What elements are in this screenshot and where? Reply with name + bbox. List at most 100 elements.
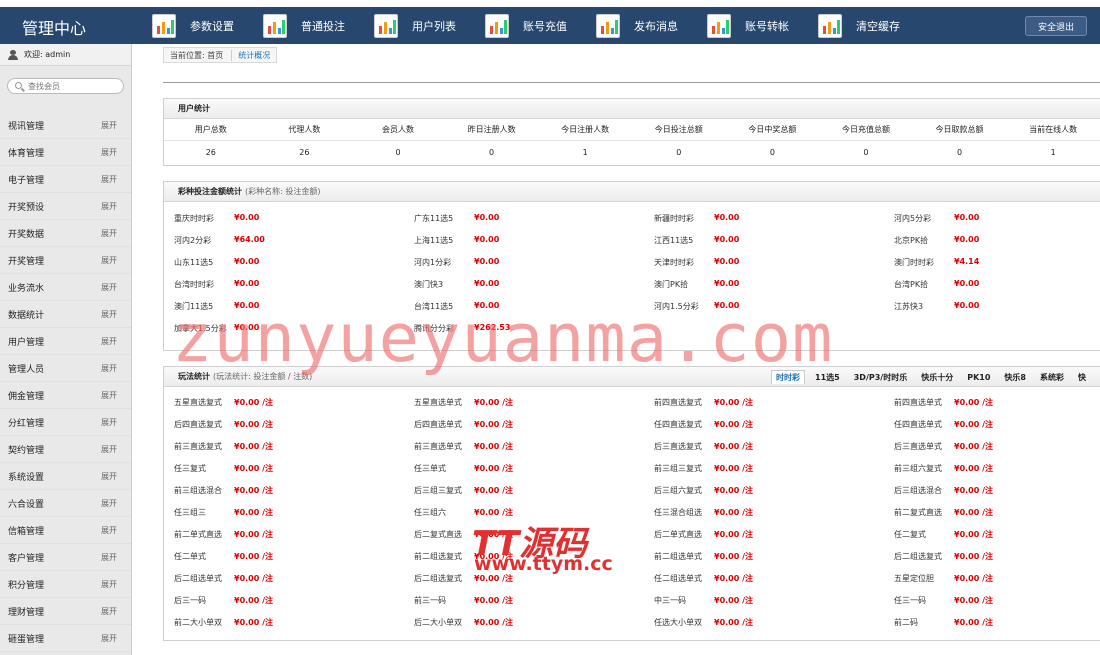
top-nav-item[interactable]: 账号充值 <box>485 7 596 44</box>
stat-item-amount: ¥4.14 <box>954 257 979 266</box>
stat-item-name: 中三一码 <box>654 596 686 605</box>
stat-item-name: 五星直选复式 <box>174 398 222 407</box>
play-tab[interactable]: 时时彩 <box>771 370 806 384</box>
amount-unit: 注 <box>985 442 994 451</box>
stat-item-name: 后二组选单式 <box>174 574 222 583</box>
sidebar-item[interactable]: 业务流水 展开 <box>0 274 131 301</box>
top-nav-item[interactable]: 清空缓存 <box>818 7 929 44</box>
top-nav-item[interactable]: 普通投注 <box>263 7 374 44</box>
stat-item: 后二复式直选 ¥0.00 /注 <box>414 529 513 540</box>
stat-item-amount: ¥0.00 /注 <box>714 573 753 584</box>
expand-link[interactable]: 展开 <box>101 606 117 617</box>
play-tab[interactable]: 快 <box>1078 372 1086 383</box>
play-tab[interactable]: 系统彩 <box>1040 372 1064 383</box>
stat-item-amount: ¥0.00 /注 <box>234 485 273 496</box>
sidebar-item[interactable]: 开奖数据 展开 <box>0 220 131 247</box>
breadcrumb-current[interactable]: 统计概况 <box>231 49 270 61</box>
expand-link[interactable]: 展开 <box>101 498 117 509</box>
sidebar-item-label: 系统设置 <box>8 472 45 483</box>
stat-item: 台湾时时彩 ¥0.00 <box>174 279 259 290</box>
stat-item-amount: ¥0.00 /注 <box>714 595 753 606</box>
expand-link[interactable]: 展开 <box>101 309 117 320</box>
expand-link[interactable]: 展开 <box>101 120 117 131</box>
top-nav-item[interactable]: 用户列表 <box>374 7 485 44</box>
play-tab[interactable]: 快乐十分 <box>921 372 953 383</box>
stat-item-amount: ¥0.00 /注 <box>714 529 753 540</box>
amount-value: ¥0.00 / <box>474 486 506 495</box>
sidebar-item[interactable]: 用户管理 展开 <box>0 328 131 355</box>
sidebar-item[interactable]: 电子管理 展开 <box>0 166 131 193</box>
sidebar-item[interactable]: 开奖管理 展开 <box>0 247 131 274</box>
stat-item: 后二组选单式 ¥0.00 /注 <box>174 573 273 584</box>
expand-link[interactable]: 展开 <box>101 255 117 266</box>
play-tab[interactable]: 3D/P3/时时乐 <box>854 372 907 383</box>
sidebar-item[interactable]: 开奖预设 展开 <box>0 193 131 220</box>
sidebar-item-label: 体育管理 <box>8 148 45 159</box>
expand-link[interactable]: 展开 <box>101 471 117 482</box>
amount-value: ¥0.00 / <box>714 398 746 407</box>
sidebar-item[interactable]: 数据统计 展开 <box>0 301 131 328</box>
lottery-stats-title: 彩种投注金额统计 <box>178 187 242 196</box>
top-nav-item[interactable]: 发布消息 <box>596 7 707 44</box>
sidebar-item[interactable]: 砸蛋管理 展开 <box>0 625 131 652</box>
stat-item-amount: ¥0.00 /注 <box>954 529 993 540</box>
amount-unit: 注 <box>745 420 754 429</box>
amount-unit: 注 <box>265 618 274 627</box>
sidebar-item[interactable]: 分红管理 展开 <box>0 409 131 436</box>
play-tab[interactable]: PK10 <box>967 373 990 382</box>
stat-item-name: 天津时时彩 <box>654 258 694 267</box>
sidebar-item[interactable]: 信箱管理 展开 <box>0 517 131 544</box>
chart-icon <box>818 13 842 38</box>
expand-link[interactable]: 展开 <box>101 444 117 455</box>
sidebar-item[interactable]: 契约管理 展开 <box>0 436 131 463</box>
stat-item: 前四直选复式 ¥0.00 /注 <box>654 397 753 408</box>
amount-unit: 注 <box>505 508 514 517</box>
expand-link[interactable]: 展开 <box>101 579 117 590</box>
amount-value: ¥0.00 / <box>234 530 266 539</box>
amount-value: ¥0.00 / <box>714 618 746 627</box>
expand-link[interactable]: 展开 <box>101 147 117 158</box>
top-nav-item[interactable]: 账号转帐 <box>707 7 818 44</box>
search-input[interactable] <box>28 80 118 92</box>
top-bar: 管理中心 参数设置 普通投注 用户列表 账号充值 发布消息 账号转帐 清空缓存 安全退出 <box>0 7 1100 44</box>
expand-link[interactable]: 展开 <box>101 633 117 644</box>
expand-link[interactable]: 展开 <box>101 174 117 185</box>
member-search[interactable] <box>7 78 124 94</box>
amount-unit: 注 <box>745 618 754 627</box>
play-stats-tabs: 时时彩 11选5 3D/P3/时时乐 快乐十分 PK10 快乐8 系统彩 快 <box>771 367 1100 387</box>
sidebar-item[interactable]: 理财管理 展开 <box>0 598 131 625</box>
amount-value: ¥0.00 / <box>234 596 266 605</box>
stat-item-amount: ¥0.00 <box>714 235 739 244</box>
amount-value: ¥0.00 <box>714 257 740 266</box>
amount-value: ¥0.00 / <box>474 508 506 517</box>
play-tab[interactable]: 快乐8 <box>1004 372 1026 383</box>
sidebar-item[interactable]: 体育管理 展开 <box>0 139 131 166</box>
stat-item-amount: ¥0.00 /注 <box>954 595 993 606</box>
sidebar-item[interactable]: 佣金管理 展开 <box>0 382 131 409</box>
sidebar-item[interactable]: 管理人员 展开 <box>0 355 131 382</box>
stat-item-amount: ¥0.00 <box>714 257 739 266</box>
sidebar-item[interactable]: 六合设置 展开 <box>0 490 131 517</box>
amount-value: ¥0.00 <box>714 213 740 222</box>
stat-item-name: 后三组三复式 <box>414 486 462 495</box>
stat-item: 前三一码 ¥0.00 /注 <box>414 595 513 606</box>
expand-link[interactable]: 展开 <box>101 336 117 347</box>
expand-link[interactable]: 展开 <box>101 525 117 536</box>
stat-item-name: 任四直选单式 <box>894 420 942 429</box>
sidebar-item[interactable]: 视讯管理 展开 <box>0 112 131 139</box>
expand-link[interactable]: 展开 <box>101 363 117 374</box>
stat-item: 前三直选单式 ¥0.00 /注 <box>414 441 513 452</box>
expand-link[interactable]: 展开 <box>101 228 117 239</box>
expand-link[interactable]: 展开 <box>101 417 117 428</box>
sidebar-item[interactable]: 客户管理 展开 <box>0 544 131 571</box>
expand-link[interactable]: 展开 <box>101 552 117 563</box>
expand-link[interactable]: 展开 <box>101 201 117 212</box>
expand-link[interactable]: 展开 <box>101 390 117 401</box>
top-nav-item[interactable]: 参数设置 <box>152 7 263 44</box>
sidebar-item[interactable]: 积分管理 展开 <box>0 571 131 598</box>
amount-value: ¥0.00 / <box>474 398 506 407</box>
sidebar-item[interactable]: 系统设置 展开 <box>0 463 131 490</box>
expand-link[interactable]: 展开 <box>101 282 117 293</box>
logout-button[interactable]: 安全退出 <box>1025 16 1087 36</box>
play-tab[interactable]: 11选5 <box>815 372 840 383</box>
